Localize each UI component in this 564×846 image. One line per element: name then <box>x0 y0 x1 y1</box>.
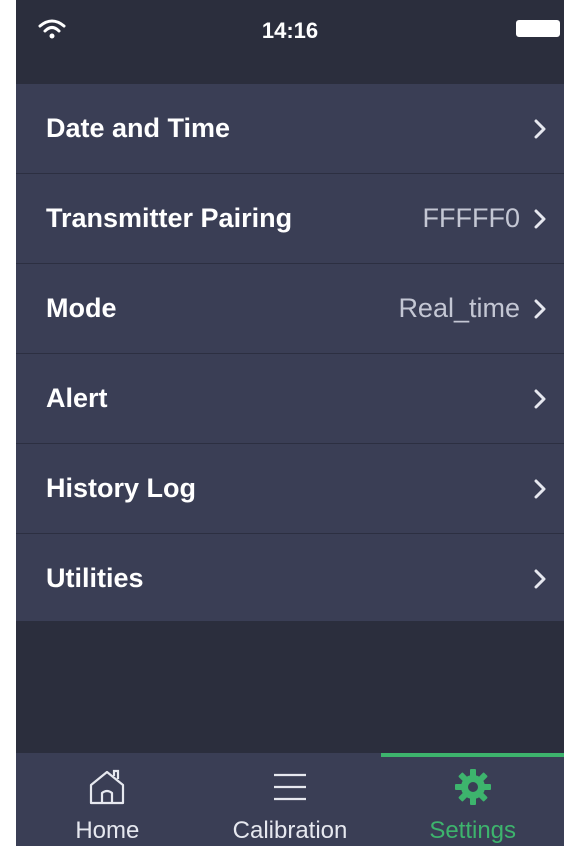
menu-item-history-log[interactable]: History Log <box>16 444 564 534</box>
home-icon <box>90 769 125 805</box>
empty-content-area <box>16 621 564 753</box>
tab-settings[interactable]: Settings <box>381 753 564 846</box>
menu-item-value: FFFFF0 <box>422 203 520 233</box>
menu-item-mode[interactable]: Mode Real_time <box>16 264 564 354</box>
menu-item-label: History Log <box>46 473 197 503</box>
chevron-right-icon <box>534 209 546 229</box>
chevron-right-icon <box>534 389 546 409</box>
device-screen: 14:16 Date and Time Transmitter Pairing … <box>16 0 564 846</box>
tab-home[interactable]: Home <box>16 753 199 846</box>
menu-item-date-and-time[interactable]: Date and Time <box>16 84 564 174</box>
bottom-tab-bar: Home Calibration Settings <box>16 753 564 846</box>
active-tab-indicator <box>381 753 564 757</box>
battery-icon <box>516 20 560 37</box>
menu-item-label: Utilities <box>46 563 144 593</box>
chevron-right-icon <box>534 299 546 319</box>
menu-item-label: Mode <box>46 293 117 323</box>
tab-label: Calibration <box>232 817 348 844</box>
menu-item-utilities[interactable]: Utilities <box>16 534 564 623</box>
chevron-right-icon <box>534 569 546 589</box>
menu-item-label: Date and Time <box>46 113 231 143</box>
menu-item-label: Alert <box>46 383 108 413</box>
status-time: 14:16 <box>261 18 319 43</box>
chevron-right-icon <box>534 119 546 139</box>
menu-item-label: Transmitter Pairing <box>46 203 293 233</box>
status-bar: 14:16 <box>16 0 564 84</box>
list-icon <box>274 773 306 801</box>
tab-label: Home <box>75 817 140 844</box>
menu-item-transmitter-pairing[interactable]: Transmitter Pairing FFFFF0 <box>16 174 564 264</box>
menu-item-value: Real_time <box>398 293 520 323</box>
menu-item-alert[interactable]: Alert <box>16 354 564 444</box>
gear-icon <box>454 769 491 805</box>
tab-calibration[interactable]: Calibration <box>199 753 382 846</box>
tab-label: Settings <box>429 817 517 844</box>
settings-menu: Date and Time Transmitter Pairing FFFFF0… <box>16 84 564 623</box>
chevron-right-icon <box>534 479 546 499</box>
